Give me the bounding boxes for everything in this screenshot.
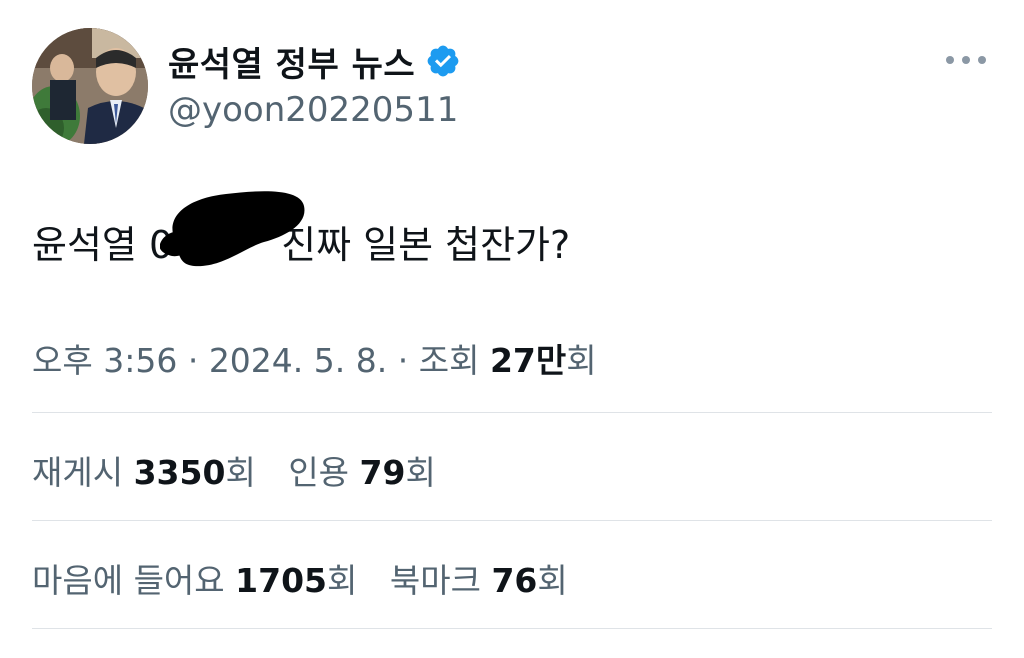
verified-badge-icon[interactable] (425, 43, 461, 79)
more-dot (978, 56, 986, 64)
bookmarks-count: 76 (491, 561, 538, 600)
tweet-text-before: 윤석열 0 (32, 223, 174, 267)
tweet-date[interactable]: 2024. 5. 8. (209, 341, 387, 380)
meta-separator: · (387, 341, 419, 380)
likes-count: 1705 (235, 561, 327, 600)
meta-separator: · (177, 341, 209, 380)
reposts-stat[interactable]: 재게시 3350회 (32, 453, 256, 492)
more-dot (962, 56, 970, 64)
reposts-label: 재게시 (32, 453, 134, 492)
divider (32, 520, 992, 521)
quotes-stat[interactable]: 인용 79회 (288, 453, 436, 492)
quotes-label: 인용 (288, 453, 360, 492)
quotes-count: 79 (359, 453, 406, 492)
tweet-meta: 오후 3:56 · 2024. 5. 8. · 조회 27만회 (32, 334, 597, 382)
divider (32, 628, 992, 629)
divider (32, 412, 992, 413)
likes-stat[interactable]: 마음에 들어요 1705회 (32, 561, 357, 600)
display-name-row: 윤석열 정부 뉴스 (168, 34, 461, 88)
engagement-row-1: 재게시 3350회 인용 79회 (32, 446, 458, 494)
tweet-text-after: 진짜 일본 첩잔가? (281, 223, 571, 267)
tweet-time[interactable]: 오후 3:56 (32, 341, 177, 380)
engagement-row-2: 마음에 들어요 1705회 북마크 76회 (32, 554, 590, 602)
bookmarks-stat[interactable]: 북마크 76회 (390, 561, 568, 600)
bookmarks-label: 북마크 (389, 561, 492, 600)
quotes-suffix: 회 (405, 453, 436, 492)
likes-suffix: 회 (327, 561, 358, 600)
views-label: 조회 (418, 341, 490, 380)
author-names: 윤석열 정부 뉴스 @yoon20220511 (168, 34, 461, 130)
views-suffix: 회 (566, 341, 597, 380)
bookmarks-suffix: 회 (537, 561, 568, 600)
more-dot (946, 56, 954, 64)
likes-label: 마음에 들어요 (32, 561, 236, 600)
redaction-mark (160, 191, 305, 267)
avatar[interactable] (32, 28, 148, 144)
reposts-suffix: 회 (225, 453, 256, 492)
reposts-count: 3350 (133, 453, 226, 492)
views-count: 27만 (489, 341, 567, 380)
display-name[interactable]: 윤석열 정부 뉴스 (168, 37, 415, 86)
tweet-header: 윤석열 정부 뉴스 @yoon20220511 (32, 28, 992, 144)
handle[interactable]: @yoon20220511 (168, 90, 461, 130)
avatar-image (32, 28, 148, 144)
more-horizontal-icon[interactable] (946, 50, 986, 70)
